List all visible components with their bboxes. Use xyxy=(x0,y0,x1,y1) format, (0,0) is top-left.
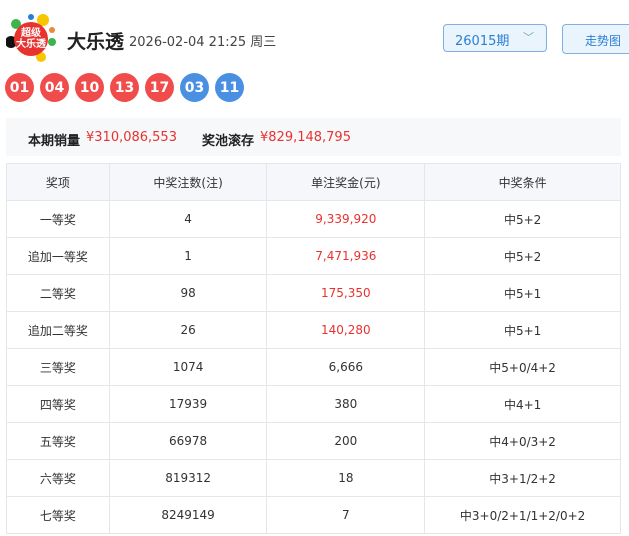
table-row: 追加二等奖 26 140,280 中5+1 xyxy=(6,311,621,349)
svg-text:大乐透: 大乐透 xyxy=(16,37,47,50)
win-condition: 中5+0/4+2 xyxy=(424,348,621,386)
winner-count: 17939 xyxy=(108,385,268,423)
prize-level: 四等奖 xyxy=(6,385,110,423)
win-condition: 中3+0/2+1/1+2/0+2 xyxy=(424,496,621,534)
win-condition: 中3+1/2+2 xyxy=(424,459,621,497)
table-row: 七等奖 8249149 7 中3+0/2+1/1+2/0+2 xyxy=(6,496,621,534)
column-header: 中奖注数(注) xyxy=(108,163,268,201)
prize-level: 七等奖 xyxy=(6,496,110,534)
front-ball: 17 xyxy=(145,73,174,102)
prize-amount: 200 xyxy=(266,422,426,460)
prize-amount: 175,350 xyxy=(266,274,426,312)
prize-amount: 6,666 xyxy=(266,348,426,386)
back-ball: 11 xyxy=(215,73,244,102)
back-ball: 03 xyxy=(180,73,209,102)
winner-count: 66978 xyxy=(108,422,268,460)
column-header: 中奖条件 xyxy=(424,163,621,201)
column-header: 奖项 xyxy=(6,163,110,201)
prize-level: 一等奖 xyxy=(6,200,110,238)
front-ball: 10 xyxy=(75,73,104,102)
draw-datetime: 2026-02-04 21:25 周三 xyxy=(129,35,277,50)
front-ball: 01 xyxy=(5,73,34,102)
issue-select-value: 26015期 xyxy=(455,34,510,49)
table-row: 六等奖 819312 18 中3+1/2+2 xyxy=(6,459,621,497)
winner-count: 1 xyxy=(108,237,268,275)
prize-amount: 140,280 xyxy=(266,311,426,349)
trend-chart-button[interactable]: 走势图 xyxy=(562,24,629,54)
table-row: 三等奖 1074 6,666 中5+0/4+2 xyxy=(6,348,621,386)
table-row: 五等奖 66978 200 中4+0/3+2 xyxy=(6,422,621,460)
prize-level: 三等奖 xyxy=(6,348,110,386)
winner-count: 819312 xyxy=(108,459,268,497)
issue-select[interactable]: 26015期 ﹀ xyxy=(443,24,547,52)
table-header-row: 奖项 中奖注数(注) 单注奖金(元) 中奖条件 xyxy=(6,163,621,201)
win-condition: 中5+2 xyxy=(424,237,621,275)
table-row: 四等奖 17939 380 中4+1 xyxy=(6,385,621,423)
win-condition: 中5+2 xyxy=(424,200,621,238)
sales-value: ¥310,086,553 xyxy=(86,130,177,145)
prize-amount: 9,339,920 xyxy=(266,200,426,238)
win-condition: 中4+0/3+2 xyxy=(424,422,621,460)
chevron-down-icon: ﹀ xyxy=(523,31,534,44)
prize-amount: 18 xyxy=(266,459,426,497)
front-ball: 13 xyxy=(110,73,139,102)
table-row: 二等奖 98 175,350 中5+1 xyxy=(6,274,621,312)
prize-level: 追加一等奖 xyxy=(6,237,110,275)
prize-amount: 7 xyxy=(266,496,426,534)
sales-summary: 本期销量 ¥310,086,553 奖池滚存 ¥829,148,795 xyxy=(6,118,621,156)
svg-text:超级: 超级 xyxy=(20,26,42,39)
prize-level: 追加二等奖 xyxy=(6,311,110,349)
win-condition: 中5+1 xyxy=(424,274,621,312)
winner-count: 8249149 xyxy=(108,496,268,534)
winner-count: 98 xyxy=(108,274,268,312)
prize-table: 奖项 中奖注数(注) 单注奖金(元) 中奖条件 一等奖 4 9,339,920 中5+… xyxy=(6,163,621,534)
prize-level: 二等奖 xyxy=(6,274,110,312)
winner-count: 26 xyxy=(108,311,268,349)
sales-label: 本期销量 xyxy=(28,134,81,149)
pool-label: 奖池滚存 xyxy=(202,134,255,149)
prize-amount: 7,471,936 xyxy=(266,237,426,275)
page-title: 大乐透 xyxy=(67,31,125,53)
column-header: 单注奖金(元) xyxy=(266,163,426,201)
win-condition: 中4+1 xyxy=(424,385,621,423)
front-ball: 04 xyxy=(40,73,69,102)
prize-amount: 380 xyxy=(266,385,426,423)
winner-count: 1074 xyxy=(108,348,268,386)
winning-numbers: 01 04 10 13 17 03 11 xyxy=(5,73,244,102)
win-condition: 中5+1 xyxy=(424,311,621,349)
lottery-logo: 超级 大乐透 xyxy=(6,14,56,62)
pool-value: ¥829,148,795 xyxy=(260,130,351,145)
table-row: 追加一等奖 1 7,471,936 中5+2 xyxy=(6,237,621,275)
prize-level: 六等奖 xyxy=(6,459,110,497)
winner-count: 4 xyxy=(108,200,268,238)
prize-level: 五等奖 xyxy=(6,422,110,460)
table-row: 一等奖 4 9,339,920 中5+2 xyxy=(6,200,621,238)
